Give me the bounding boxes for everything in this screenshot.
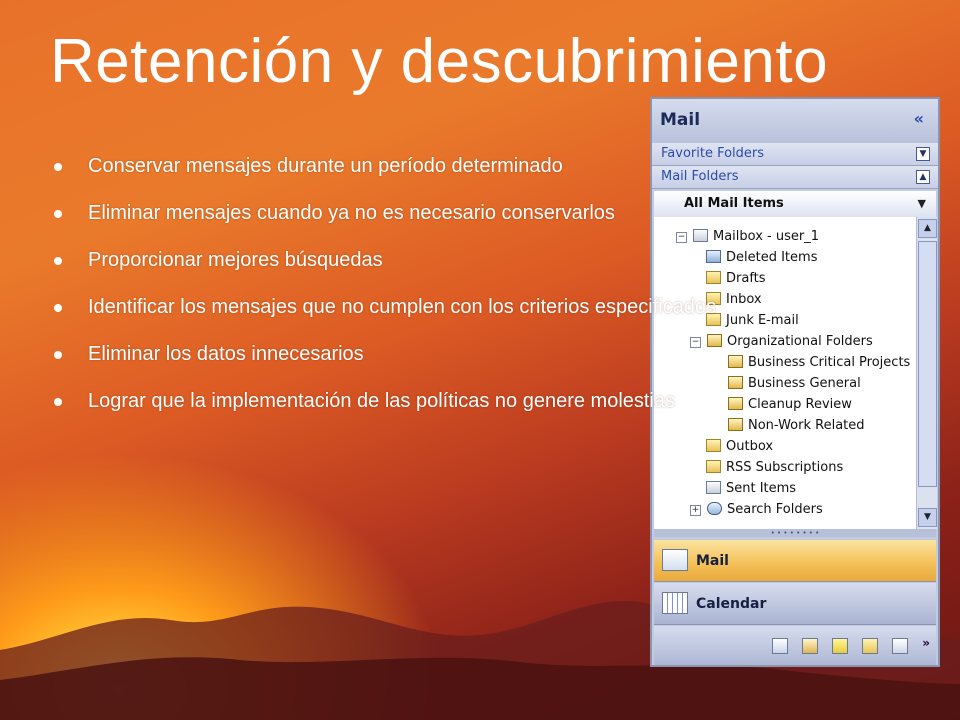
folder-outbox[interactable]: Outbox xyxy=(706,439,773,459)
nav-shortcut-bar: » xyxy=(654,626,936,665)
mailbox-icon xyxy=(693,229,708,242)
calendar-icon xyxy=(662,592,688,614)
folder-sent-items[interactable]: Sent Items xyxy=(706,481,796,501)
pane-splitter[interactable]: • • • • • • • • xyxy=(654,529,936,537)
bullet-icon xyxy=(54,351,62,359)
list-item: Eliminar mensajes cuando ya no es necesa… xyxy=(50,197,900,229)
pane-title: Mail xyxy=(660,110,701,130)
dropdown-caret-icon: ▼ xyxy=(917,197,926,210)
folder-search-folders[interactable]: + Search Folders xyxy=(690,502,823,522)
collapse-icon[interactable]: ▲ xyxy=(916,170,930,184)
nav-button-mail[interactable]: Mail xyxy=(654,540,936,582)
folder-non-work-related[interactable]: Non-Work Related xyxy=(728,418,865,438)
pane-header: Mail « xyxy=(652,99,938,144)
sent-items-icon xyxy=(706,481,721,494)
contacts-icon[interactable] xyxy=(772,638,788,654)
list-item: Identificar los mensajes que no cumplen … xyxy=(50,291,788,323)
rss-icon xyxy=(706,460,721,473)
scroll-up-icon[interactable]: ▲ xyxy=(918,219,937,238)
collapse-node-icon[interactable]: − xyxy=(676,232,687,243)
configure-buttons-icon[interactable]: » xyxy=(922,636,930,650)
outbox-icon xyxy=(706,439,721,452)
bullet-icon xyxy=(54,163,62,171)
shortcuts-icon[interactable] xyxy=(892,638,908,654)
folder-rss[interactable]: RSS Subscriptions xyxy=(706,460,843,480)
scroll-thumb[interactable] xyxy=(918,241,937,487)
bullet-icon xyxy=(54,257,62,265)
list-item: Eliminar los datos innecesarios xyxy=(50,338,900,370)
tasks-icon[interactable] xyxy=(802,638,818,654)
bullet-icon xyxy=(54,210,62,218)
folder-list-icon[interactable] xyxy=(862,638,878,654)
search-folder-icon xyxy=(707,502,722,515)
bullet-icon xyxy=(54,304,62,312)
nav-calendar-label: Calendar xyxy=(696,596,767,612)
envelope-icon xyxy=(662,549,688,571)
nav-mail-label: Mail xyxy=(696,553,729,569)
slide-title: Retención y descubrimiento xyxy=(50,27,829,96)
expand-icon[interactable]: ▼ xyxy=(916,147,930,161)
managed-folder-icon xyxy=(728,418,743,431)
list-item: Lograr que la implementación de las polí… xyxy=(50,385,900,417)
bullet-icon xyxy=(54,398,62,406)
collapse-pane-icon[interactable]: « xyxy=(914,109,924,128)
outlook-nav-pane: Mail « Favorite Folders ▼ Mail Folders ▲… xyxy=(650,97,940,667)
tree-scrollbar[interactable]: ▲ ▼ xyxy=(916,217,937,529)
notes-icon[interactable] xyxy=(832,638,848,654)
scroll-down-icon[interactable]: ▼ xyxy=(918,508,937,527)
expand-node-icon[interactable]: + xyxy=(690,505,701,516)
list-item: Proporcionar mejores búsquedas xyxy=(50,244,900,276)
list-item: Conservar mensajes durante un período de… xyxy=(50,150,900,182)
nav-button-calendar[interactable]: Calendar xyxy=(654,583,936,625)
